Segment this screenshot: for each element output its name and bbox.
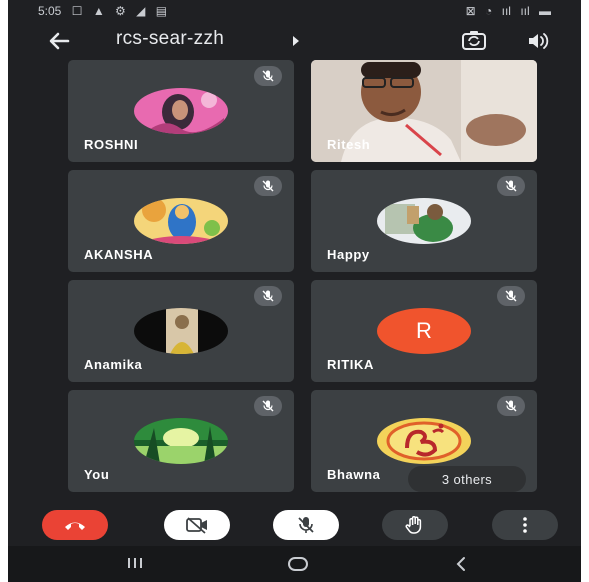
participant-name: Ritesh xyxy=(327,137,371,152)
more-options-button[interactable] xyxy=(492,510,558,540)
participant-tile-akansha[interactable]: AKANSHA xyxy=(68,170,294,272)
hand-icon xyxy=(405,516,422,534)
avatar xyxy=(134,418,228,464)
system-icon: ⊠ xyxy=(465,4,476,18)
notification-icon: ⚙ xyxy=(115,4,126,18)
mic-off-icon xyxy=(254,66,282,86)
mic-off-icon xyxy=(254,176,282,196)
status-bar: 5:05 ☐ ▲ ⚙ ◢ ▤ ⊠ ◔ ııl ııl ▬ xyxy=(8,0,581,22)
battery-icon: ▬ xyxy=(539,4,551,18)
notification-icon: ▤ xyxy=(155,4,168,18)
participant-tile-happy[interactable]: Happy xyxy=(311,170,537,272)
chevron-right-icon[interactable] xyxy=(292,35,300,47)
mic-toggle-button[interactable] xyxy=(273,510,339,540)
call-header: rcs-sear-zzh xyxy=(8,22,581,58)
meeting-title[interactable]: rcs-sear-zzh xyxy=(116,28,224,50)
notification-icon: ▲ xyxy=(92,4,105,18)
participant-tile-roshni[interactable]: ROSHNI xyxy=(68,60,294,162)
participant-tile-you[interactable]: You xyxy=(68,390,294,492)
nav-back-icon[interactable] xyxy=(454,556,468,572)
meet-screen: 5:05 ☐ ▲ ⚙ ◢ ▤ ⊠ ◔ ııl ııl ▬ rcs-sear-zz… xyxy=(8,0,581,582)
camera-toggle-button[interactable] xyxy=(164,510,230,540)
system-nav-bar xyxy=(8,546,581,582)
more-vert-icon xyxy=(523,517,527,533)
camera-flip-icon[interactable] xyxy=(460,28,488,54)
participant-tile-ritesh[interactable]: Ritesh xyxy=(311,60,537,162)
participant-tile-ritika[interactable]: R RITIKA xyxy=(311,280,537,382)
hang-up-icon xyxy=(65,522,85,530)
participant-tile-anamika[interactable]: Anamika xyxy=(68,280,294,382)
camera-off-icon xyxy=(186,517,207,534)
mic-off-icon xyxy=(254,286,282,306)
end-call-button[interactable] xyxy=(42,510,108,540)
avatar xyxy=(134,88,228,134)
participant-name: Bhawna xyxy=(327,467,381,482)
mic-off-icon xyxy=(254,396,282,416)
mic-off-icon xyxy=(497,286,525,306)
participant-name: ROSHNI xyxy=(84,137,139,152)
mic-off-icon xyxy=(298,517,314,533)
avatar xyxy=(377,198,471,244)
avatar xyxy=(377,418,471,464)
speaker-icon[interactable] xyxy=(526,30,550,52)
back-arrow-icon[interactable] xyxy=(46,28,72,54)
signal-icon: ııl xyxy=(501,4,511,18)
avatar: R xyxy=(377,308,471,354)
notification-icon: ☐ xyxy=(71,4,83,18)
status-time: 5:05 xyxy=(38,4,62,18)
call-controls xyxy=(8,500,581,544)
participant-name: AKANSHA xyxy=(84,247,154,262)
more-participants-chip[interactable]: 3 others xyxy=(408,466,526,492)
raise-hand-button[interactable] xyxy=(382,510,448,540)
mic-off-icon xyxy=(497,176,525,196)
status-right: ⊠ ◔ ııl ııl ▬ xyxy=(460,4,551,18)
participant-name: RITIKA xyxy=(327,357,374,372)
notification-icon: ◢ xyxy=(136,4,146,18)
home-icon[interactable] xyxy=(286,556,310,572)
avatar xyxy=(134,198,228,244)
avatar xyxy=(134,308,228,354)
mic-off-icon xyxy=(497,396,525,416)
signal-icon: ııl xyxy=(520,4,530,18)
status-left: 5:05 ☐ ▲ ⚙ ◢ ▤ xyxy=(38,4,174,18)
participant-name: Happy xyxy=(327,247,370,262)
wifi-icon: ◔ xyxy=(485,4,493,18)
participant-name: Anamika xyxy=(84,357,143,372)
recent-apps-icon[interactable] xyxy=(126,556,144,570)
participant-name: You xyxy=(84,467,110,482)
